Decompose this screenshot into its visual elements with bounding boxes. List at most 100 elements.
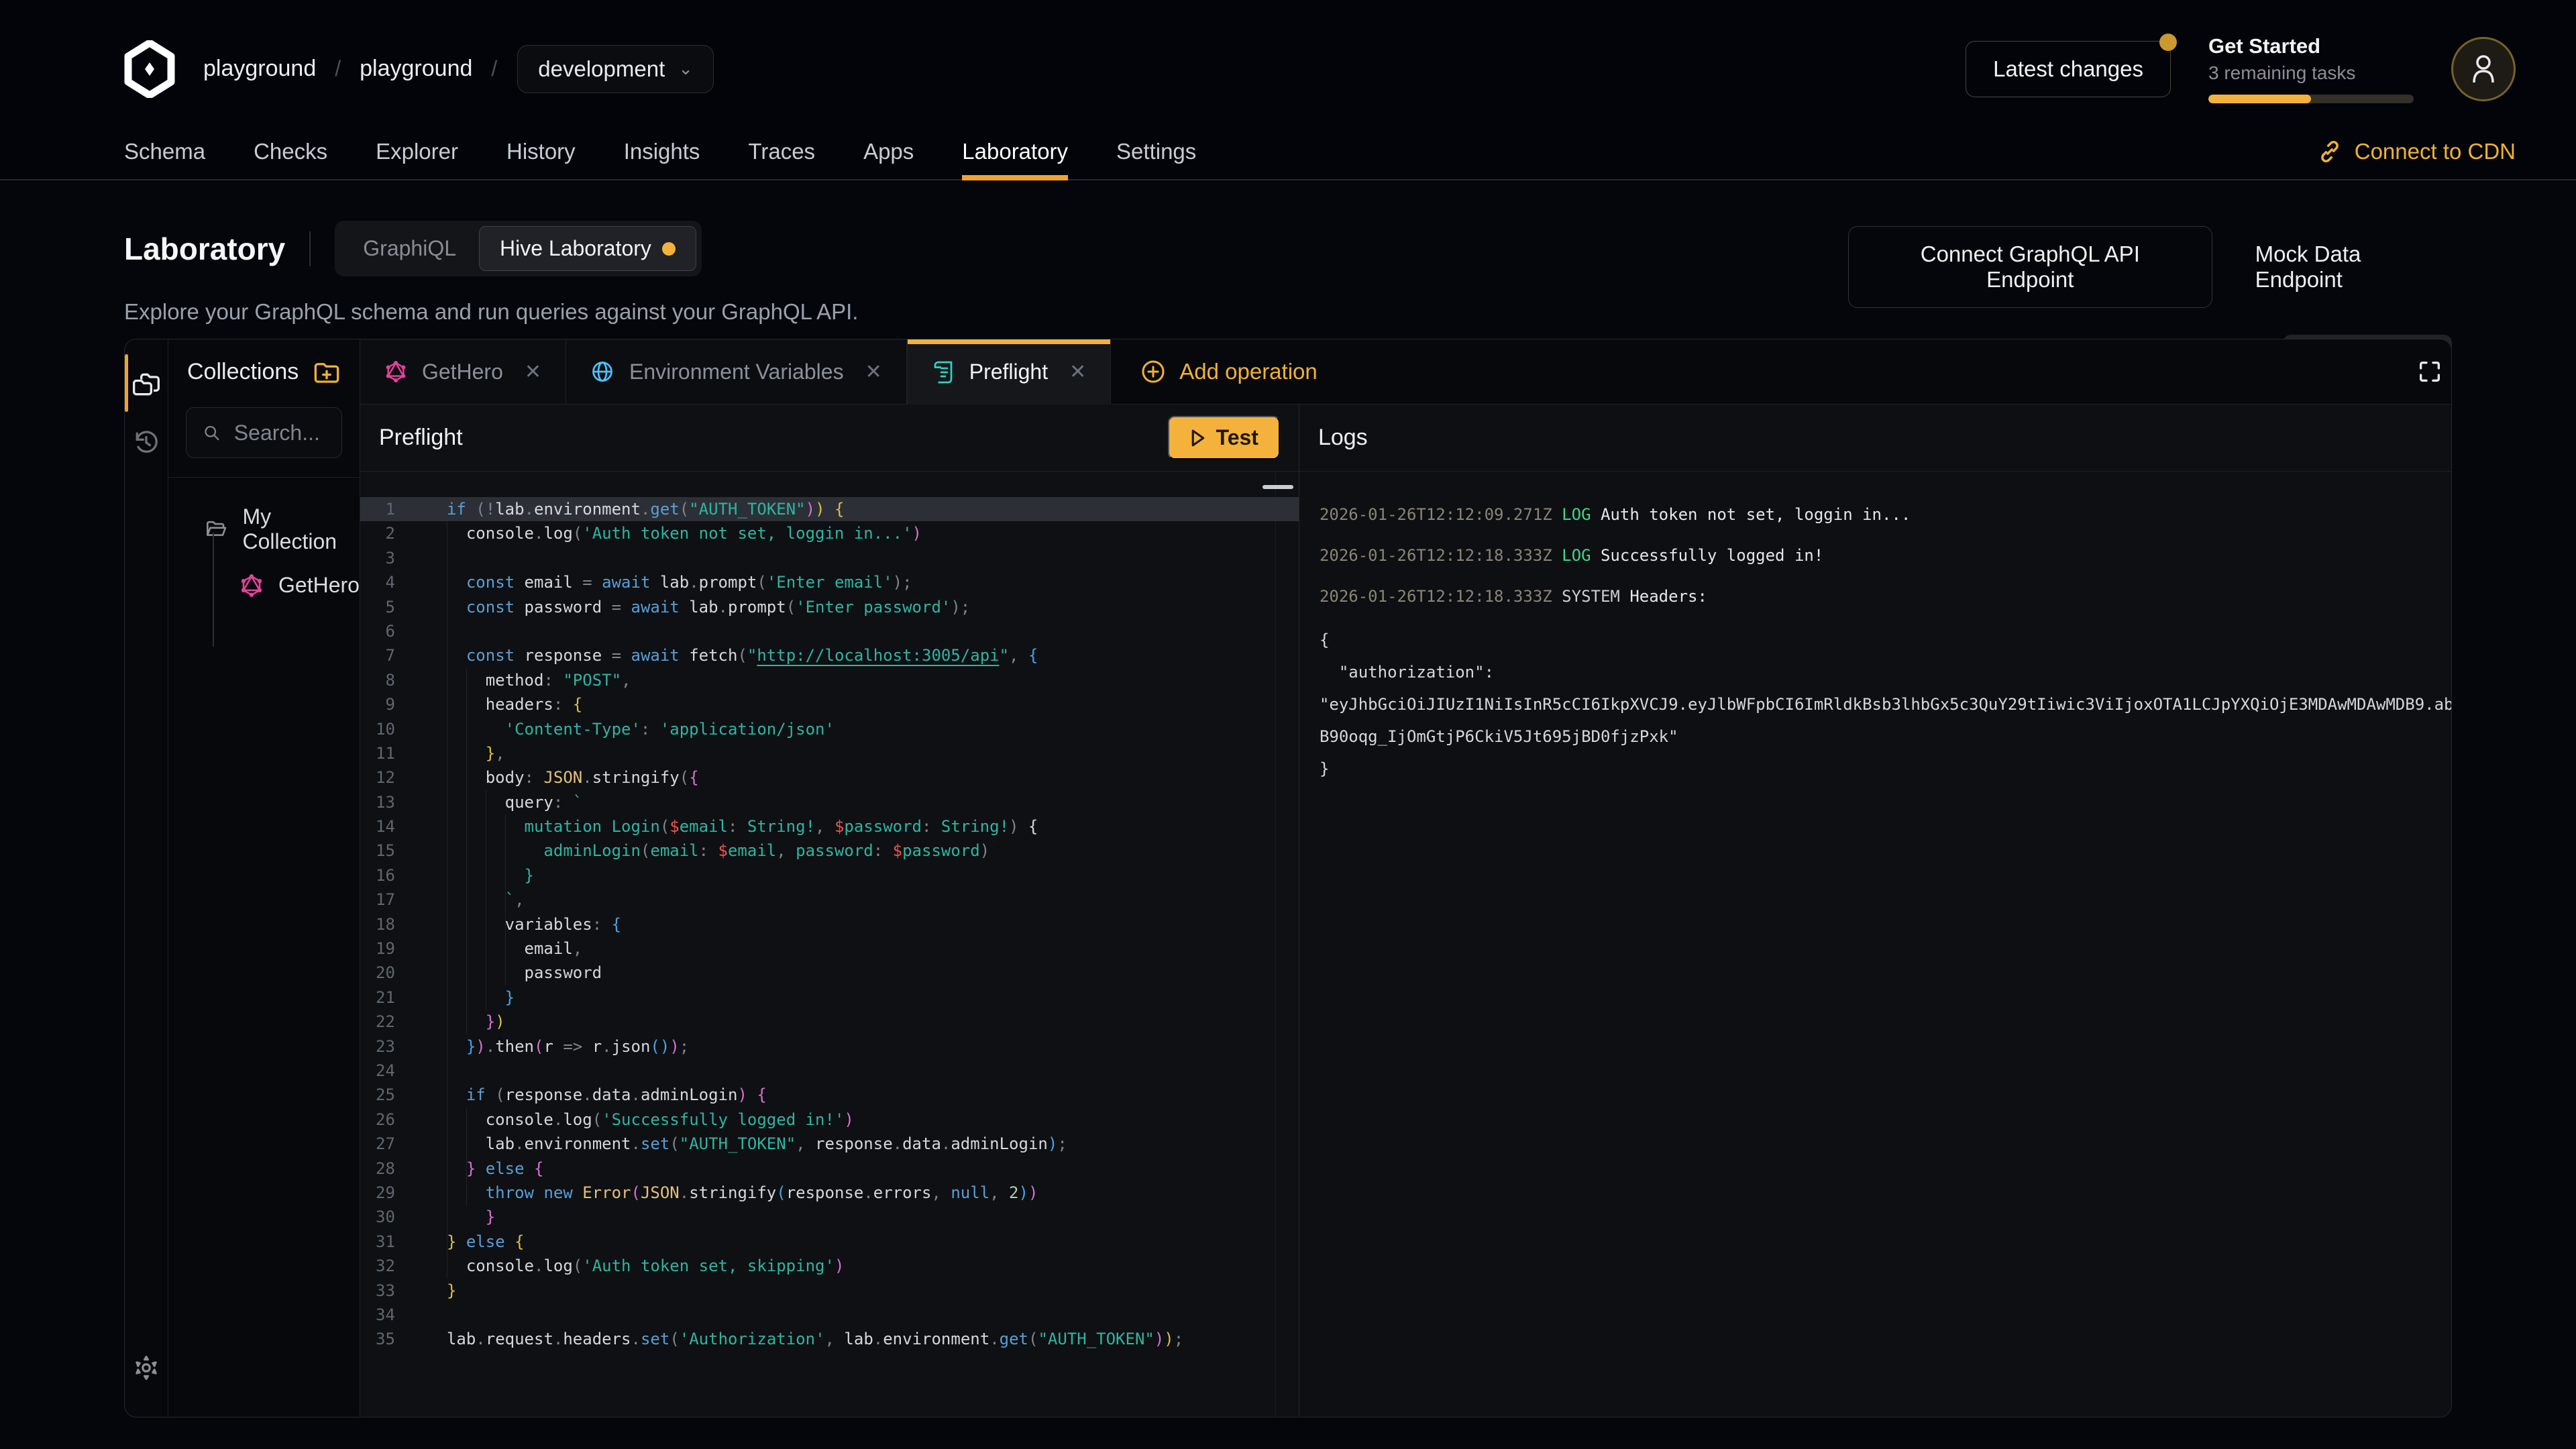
test-button[interactable]: Test [1168,416,1280,460]
nav-item-insights[interactable]: Insights [624,138,700,179]
collapse-handle-icon[interactable] [1263,485,1293,489]
line-number: 27 [360,1132,395,1156]
ui-toggle: GraphiQL Hive Laboratory [335,221,702,276]
nav-item-history[interactable]: History [506,138,576,179]
code-line[interactable]: 20 password [360,961,1299,985]
tab-preflight[interactable]: Preflight ✕ [907,339,1112,405]
user-avatar[interactable] [2451,37,2516,101]
code-text: if (response.data.adminLogin) { [395,1083,1299,1107]
code-line[interactable]: 18 variables: { [360,912,1299,936]
code-line[interactable]: 4 const email = await lab.prompt('Enter … [360,570,1299,594]
sidebar-rail [125,339,168,1417]
indent-guide [466,668,467,1034]
close-tab-icon[interactable]: ✕ [865,360,882,384]
line-number: 7 [360,643,395,667]
fullscreen-button[interactable] [2396,339,2452,404]
line-number: 9 [360,692,395,716]
code-line[interactable]: 27 lab.environment.set("AUTH_TOKEN", res… [360,1132,1299,1156]
tab-label: GetHero [422,360,503,384]
nav-item-schema[interactable]: Schema [124,138,205,179]
code-line[interactable]: 6 [360,619,1299,643]
toggle-hive-laboratory[interactable]: Hive Laboratory [479,226,696,271]
close-tab-icon[interactable]: ✕ [525,360,541,384]
code-line[interactable]: 28 } else { [360,1157,1299,1181]
nav-item-checks[interactable]: Checks [254,138,327,179]
code-line[interactable]: 3 [360,546,1299,570]
code-line[interactable]: 31} else { [360,1230,1299,1254]
tab-gethero[interactable]: GetHero ✕ [360,339,566,404]
add-operation-button[interactable]: Add operation [1111,339,1347,404]
code-text: mutation Login($email: String!, $passwor… [395,814,1299,839]
line-number: 19 [360,936,395,961]
code-line[interactable]: 11 }, [360,741,1299,765]
add-collection-icon[interactable] [313,358,341,386]
code-text [395,1303,1299,1327]
connect-to-cdn-link[interactable]: Connect to CDN [2317,138,2516,164]
connect-graphql-endpoint-button[interactable]: Connect GraphQL API Endpoint [1848,226,2212,308]
history-rail-button[interactable] [125,413,168,471]
code-text: } [395,985,1299,1010]
code-line[interactable]: 9 headers: { [360,692,1299,716]
page-subtitle: Explore your GraphQL schema and run quer… [124,299,1848,325]
code-line[interactable]: 10 'Content-Type': 'application/json' [360,717,1299,741]
code-line[interactable]: 24 [360,1059,1299,1083]
code-line[interactable]: 21 } [360,985,1299,1010]
target-selector[interactable]: development ⌄ [517,45,714,93]
nav-item-apps[interactable]: Apps [863,138,914,179]
nav-item-explorer[interactable]: Explorer [376,138,458,179]
code-line[interactable]: 16 } [360,863,1299,888]
line-number: 35 [360,1327,395,1351]
code-line[interactable]: 5 const password = await lab.prompt('Ent… [360,595,1299,619]
line-number: 17 [360,888,395,912]
code-line[interactable]: 17 `, [360,888,1299,912]
target-selector-value: development [538,56,665,82]
line-number: 24 [360,1059,395,1083]
breadcrumb-project[interactable]: playground [360,56,472,82]
close-tab-icon[interactable]: ✕ [1069,360,1086,384]
app-header: playground / playground / development ⌄ … [0,0,2576,138]
code-line[interactable]: 35lab.request.headers.set('Authorization… [360,1327,1299,1351]
line-number: 5 [360,595,395,619]
code-line[interactable]: 12 body: JSON.stringify({ [360,765,1299,790]
collection-operation-gethero[interactable]: GetHero [168,564,360,607]
code-line[interactable]: 14 mutation Login($email: String!, $pass… [360,814,1299,839]
breadcrumb-org[interactable]: playground [203,56,316,82]
mock-data-endpoint-button[interactable]: Mock Data Endpoint [2255,241,2452,292]
code-line[interactable]: 13 query: ` [360,790,1299,814]
code-line[interactable]: 23 }).then(r => r.json()); [360,1034,1299,1059]
code-line[interactable]: 33} [360,1279,1299,1303]
collections-search[interactable] [186,407,342,458]
collection-folder[interactable]: My Collection [168,495,360,564]
new-feature-dot [662,242,676,256]
indent-guide [466,1108,467,1205]
code-editor[interactable]: 1if (!lab.environment.get("AUTH_TOKEN"))… [360,472,1299,1417]
code-line[interactable]: 15 adminLogin(email: $email, password: $… [360,839,1299,863]
code-line[interactable]: 19 email, [360,936,1299,961]
nav-item-settings[interactable]: Settings [1116,138,1196,179]
hive-logo-icon[interactable] [124,40,175,98]
code-line[interactable]: 22 }) [360,1010,1299,1034]
collections-rail-button[interactable] [125,356,168,413]
nav-item-traces[interactable]: Traces [748,138,815,179]
breadcrumb: playground / playground / [203,56,497,82]
line-number: 26 [360,1108,395,1132]
nav-item-laboratory[interactable]: Laboratory [962,138,1068,179]
code-line[interactable]: 1if (!lab.environment.get("AUTH_TOKEN"))… [360,497,1299,521]
code-line[interactable]: 26 console.log('Successfully logged in!'… [360,1108,1299,1132]
code-line[interactable]: 2 console.log('Auth token not set, loggi… [360,521,1299,545]
code-line[interactable]: 7 const response = await fetch("http://l… [360,643,1299,667]
logs-output[interactable]: 2026-01-26T12:12:09.271Z LOG Auth token … [1299,472,2452,1417]
get-started-widget[interactable]: Get Started 3 remaining tasks [2208,34,2414,103]
toggle-graphiql[interactable]: GraphiQL [340,227,479,270]
code-line[interactable]: 25 if (response.data.adminLogin) { [360,1083,1299,1107]
code-line[interactable]: 34 [360,1303,1299,1327]
code-line[interactable]: 29 throw new Error(JSON.stringify(respon… [360,1181,1299,1205]
latest-changes-button[interactable]: Latest changes [1966,41,2171,97]
settings-rail-button[interactable] [125,1339,168,1397]
code-line[interactable]: 32 console.log('Auth token set, skipping… [360,1254,1299,1278]
code-text: console.log('Auth token not set, loggin … [395,521,1299,545]
search-input[interactable] [234,421,325,445]
tab-environment-variables[interactable]: Environment Variables ✕ [566,339,907,404]
code-line[interactable]: 30 } [360,1205,1299,1229]
code-line[interactable]: 8 method: "POST", [360,668,1299,692]
